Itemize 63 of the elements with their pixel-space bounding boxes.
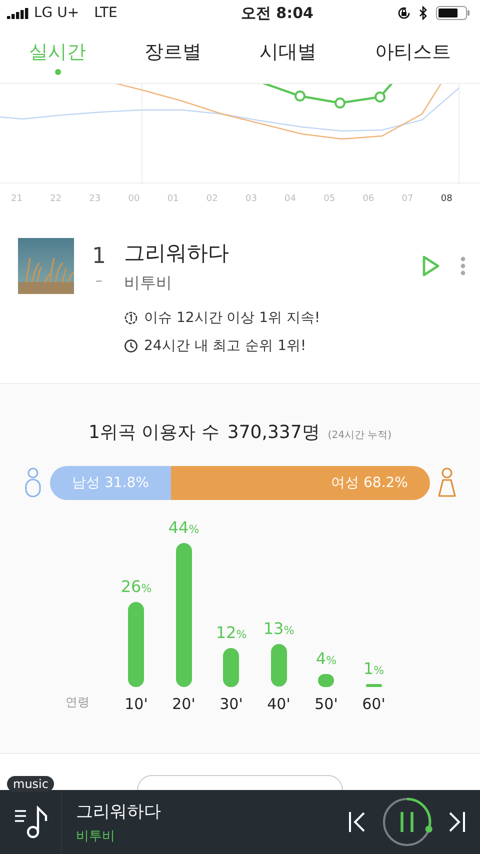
tab[interactable]: 시대별 bbox=[256, 39, 321, 77]
category-label: 50' bbox=[314, 695, 338, 713]
hour-label: 22 bbox=[50, 194, 63, 204]
hour-label: 02 bbox=[206, 194, 219, 204]
bluetooth-icon bbox=[419, 6, 428, 20]
category-label: 20' bbox=[172, 695, 196, 713]
achievement-text: 이슈 12시간 이상 1위 지속! bbox=[144, 309, 320, 327]
bar bbox=[318, 674, 334, 687]
female-icon bbox=[438, 467, 456, 499]
value-label: 4% bbox=[316, 648, 337, 668]
male-share: 남성 31.8% bbox=[50, 466, 171, 500]
female-share: 여성 68.2% bbox=[170, 466, 430, 500]
clock-icon bbox=[124, 339, 138, 353]
period-note: (24시간 누적) bbox=[328, 429, 392, 442]
rank-change: – bbox=[96, 272, 102, 288]
axis-label: 연령 bbox=[66, 694, 90, 711]
now-playing-artist: 비투비 bbox=[76, 828, 116, 844]
hour-label: 05 bbox=[324, 194, 336, 204]
signal-icon bbox=[7, 7, 29, 19]
data-point bbox=[294, 90, 306, 102]
data-point bbox=[374, 92, 386, 102]
hour-label: 08 bbox=[440, 194, 454, 204]
value-label: 26% bbox=[120, 576, 152, 596]
hour-label: 04 bbox=[284, 194, 297, 204]
now-playing-title: 그리워하다 bbox=[76, 800, 162, 822]
artist-name: 비투비 bbox=[124, 272, 173, 294]
category-label: 60' bbox=[362, 695, 386, 713]
hour-label: 07 bbox=[402, 194, 414, 204]
category-label: 30' bbox=[220, 695, 243, 713]
hour-label: 21 bbox=[11, 194, 24, 204]
bar bbox=[366, 684, 382, 687]
category-label: 10' bbox=[124, 695, 148, 713]
hour-label: 01 bbox=[167, 194, 180, 204]
app-badge: music bbox=[7, 776, 54, 792]
user-count: 370,337명 bbox=[227, 421, 320, 444]
rank-number: 1 bbox=[92, 244, 106, 268]
pause-button[interactable] bbox=[380, 795, 434, 849]
hour-label: 00 bbox=[128, 194, 141, 204]
previous-button[interactable] bbox=[348, 811, 366, 833]
value-label: 13% bbox=[263, 619, 294, 638]
hour-label: 06 bbox=[362, 194, 376, 204]
tab[interactable]: 장르별 bbox=[140, 39, 206, 77]
stats-heading: 1위곡 이용자 수 bbox=[88, 421, 220, 444]
achievement-text: 24시간 내 최고 순위 1위! bbox=[144, 337, 306, 355]
value-label: 44% bbox=[168, 518, 200, 537]
data-point bbox=[334, 98, 346, 108]
rotation-lock-icon bbox=[397, 6, 411, 20]
category-label: 40' bbox=[267, 695, 290, 713]
clock-time: 오전 8:04 bbox=[240, 4, 314, 22]
male-icon bbox=[24, 467, 42, 499]
tab[interactable]: 아티스트 bbox=[370, 39, 455, 77]
next-button[interactable] bbox=[448, 811, 466, 833]
hour-label: 03 bbox=[245, 194, 258, 204]
hour-label: 23 bbox=[89, 194, 102, 204]
badge-icon bbox=[124, 311, 138, 325]
value-label: 12% bbox=[216, 622, 247, 642]
bar bbox=[270, 644, 287, 687]
value-label: 1% bbox=[363, 658, 384, 678]
song-title: 그리워하다 bbox=[124, 240, 230, 266]
carrier-name: LG U+ bbox=[34, 5, 80, 21]
network-type: LTE bbox=[94, 5, 118, 21]
battery-icon bbox=[436, 6, 470, 20]
bar bbox=[223, 648, 240, 687]
